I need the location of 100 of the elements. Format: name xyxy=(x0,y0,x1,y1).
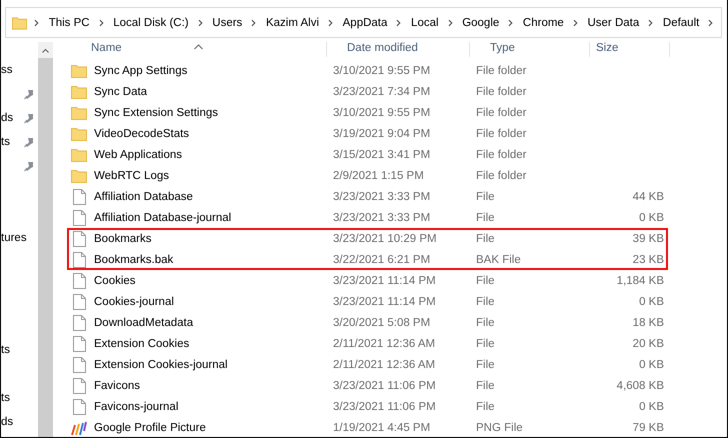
date-modified: 3/22/2021 6:21 PM xyxy=(332,254,432,266)
nav-item[interactable]: tures xyxy=(1,232,27,244)
file-name: Cookies xyxy=(94,274,136,286)
file-name: Sync Extension Settings xyxy=(94,106,218,118)
file-row[interactable]: Cookies 3/23/2021 11:14 PM File 1,184 KB xyxy=(67,270,668,291)
breadcrumb-item[interactable]: Local Disk (C:) xyxy=(111,16,191,28)
nav-item[interactable]: ts xyxy=(1,392,10,404)
file-size: 0 KB xyxy=(638,358,665,370)
file-type: File folder xyxy=(475,128,528,140)
scroll-up-button[interactable] xyxy=(38,42,53,58)
column-header[interactable]: Date modified xyxy=(327,42,470,57)
date-modified: 3/15/2021 3:41 PM xyxy=(332,148,432,160)
chevron-right-icon xyxy=(708,18,714,26)
file-row[interactable]: Sync Extension Settings 3/10/2021 9:55 PM File folder xyxy=(67,102,668,123)
file-size: 44 KB xyxy=(632,190,665,202)
file-type: PNG File xyxy=(475,422,524,434)
breadcrumb-item[interactable]: Default xyxy=(660,16,702,28)
folder-icon xyxy=(71,106,87,120)
file-row[interactable]: Sync Data 3/23/2021 7:34 PM File folder xyxy=(67,81,668,102)
file-size: 23 KB xyxy=(632,254,665,266)
file-row[interactable]: Affiliation Database 3/23/2021 3:33 PM File 44 KB xyxy=(67,186,668,207)
file-size: 79 KB xyxy=(632,422,665,434)
document-icon xyxy=(72,210,86,226)
sort-ascending-icon xyxy=(194,44,203,50)
breadcrumb-item[interactable]: This PC xyxy=(46,16,92,28)
highlighted-file-row[interactable]: Bookmarks.bak 3/22/2021 6:21 PM BAK File 23 KB xyxy=(67,249,668,270)
file-type: File folder xyxy=(475,170,528,182)
file-name: DownloadMetadata xyxy=(94,316,194,328)
chevron-right-icon xyxy=(572,18,578,26)
file-row[interactable]: Google Profile Picture 1/19/2021 4:45 PM PNG File 79 KB xyxy=(67,417,668,437)
breadcrumb-item[interactable]: Kazim Alvi xyxy=(264,16,321,28)
pin-icon xyxy=(24,112,34,124)
date-modified: 3/23/2021 7:34 PM xyxy=(332,86,432,98)
file-type: File xyxy=(475,380,496,392)
breadcrumb-item[interactable]: Users xyxy=(210,16,244,28)
document-icon xyxy=(72,252,86,268)
chevron-right-icon xyxy=(508,18,514,26)
file-row[interactable]: DownloadMetadata 3/20/2021 5:08 PM File 18 KB xyxy=(67,312,668,333)
chevron-right-icon xyxy=(98,18,104,26)
file-row[interactable]: Affiliation Database-journal 3/23/2021 3:33 PM File 0 KB xyxy=(67,207,668,228)
file-name: WebRTC Logs xyxy=(94,170,169,182)
file-type: File xyxy=(475,358,496,370)
address-bar[interactable]: This PC Local Disk (C:) Users Kazim Alvi AppData Local Google Chrome User Data Default xyxy=(5,7,722,38)
date-modified: 2/9/2021 1:15 PM xyxy=(332,170,425,182)
file-row[interactable]: WebRTC Logs 2/9/2021 1:15 PM File folder xyxy=(67,165,668,186)
chevron-right-icon xyxy=(328,18,334,26)
file-name: Bookmarks xyxy=(94,232,152,244)
document-icon xyxy=(72,188,86,204)
file-type: File xyxy=(475,212,496,224)
date-modified: 1/19/2021 4:45 PM xyxy=(332,422,432,434)
file-row[interactable]: Extension Cookies-journal 2/11/2021 12:36 AM File 0 KB xyxy=(67,354,668,375)
chevron-right-icon xyxy=(34,18,40,26)
nav-item[interactable]: ts xyxy=(1,344,10,356)
file-type: File folder xyxy=(475,86,528,98)
column-header[interactable]: Type xyxy=(470,42,590,57)
file-row[interactable]: Sync App Settings 3/10/2021 9:55 PM File folder xyxy=(67,60,668,81)
nav-item[interactable]: ds xyxy=(1,112,14,124)
file-size: 0 KB xyxy=(638,212,665,224)
file-row[interactable]: VideoDecodeStats 3/19/2021 9:04 PM File folder xyxy=(67,123,668,144)
file-row[interactable]: Cookies-journal 3/23/2021 11:14 PM File 0 KB xyxy=(67,291,668,312)
chevron-right-icon xyxy=(448,18,454,26)
nav-item[interactable]: ss xyxy=(1,64,12,76)
breadcrumb-item[interactable]: Google xyxy=(460,16,502,28)
folder-icon xyxy=(71,126,87,140)
file-size: 1,184 KB xyxy=(616,274,665,286)
file-size: 18 KB xyxy=(632,316,665,328)
folder-icon xyxy=(12,16,28,30)
file-row[interactable]: Favicons 3/23/2021 11:06 PM File 4,608 KB xyxy=(67,375,668,396)
column-header[interactable]: Size xyxy=(590,42,670,57)
breadcrumb-item[interactable]: Chrome xyxy=(520,16,566,28)
document-icon xyxy=(72,294,86,310)
breadcrumb-item[interactable]: User Data xyxy=(585,16,642,28)
scrollbar[interactable] xyxy=(38,42,53,437)
file-name: Favicons-journal xyxy=(94,400,178,412)
file-name: Extension Cookies xyxy=(94,338,190,350)
document-icon xyxy=(72,336,86,352)
file-type: File xyxy=(475,400,496,412)
date-modified: 2/11/2021 12:36 AM xyxy=(332,358,436,370)
document-icon xyxy=(72,378,86,394)
pin-icon xyxy=(24,160,34,172)
chevron-right-icon xyxy=(251,18,257,26)
pin-icon xyxy=(24,88,34,100)
folder-icon xyxy=(71,148,87,162)
breadcrumb-item[interactable]: AppData xyxy=(340,16,390,28)
file-type: File xyxy=(475,316,496,328)
date-modified: 3/23/2021 11:14 PM xyxy=(332,296,437,308)
file-name: Google Profile Picture xyxy=(94,422,206,434)
column-header[interactable]: Name xyxy=(71,42,327,57)
file-name: Sync App Settings xyxy=(94,64,188,76)
breadcrumb-item[interactable]: Local xyxy=(409,16,441,28)
pin-icon xyxy=(24,136,34,148)
nav-item[interactable]: ds xyxy=(1,416,14,428)
file-size: 39 KB xyxy=(632,232,665,244)
nav-item[interactable]: ts xyxy=(1,136,10,148)
file-row[interactable]: Web Applications 3/15/2021 3:41 PM File folder xyxy=(67,144,668,165)
file-row[interactable]: Extension Cookies 2/11/2021 12:36 AM File 20 KB xyxy=(67,333,668,354)
file-row[interactable]: Favicons-journal 3/23/2021 11:06 PM File 0 KB xyxy=(67,396,668,417)
highlighted-file-row[interactable]: Bookmarks 3/23/2021 10:29 PM File 39 KB xyxy=(67,228,668,249)
file-name: Affiliation Database-journal xyxy=(94,212,232,224)
chevron-right-icon xyxy=(648,18,654,26)
